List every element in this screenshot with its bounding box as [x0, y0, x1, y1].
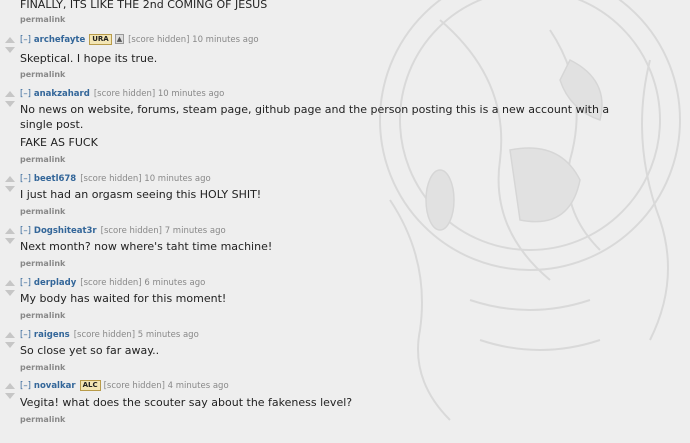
permalink-link[interactable]: permalink — [20, 207, 65, 217]
downvote-arrow-icon[interactable] — [5, 186, 15, 192]
collapse-toggle[interactable]: [–] — [20, 35, 31, 45]
author-link[interactable]: Dogshiteat3r — [34, 226, 97, 236]
comment-tagline: [–] archefayte URA ▲ [score hidden] 10 minut… — [20, 34, 259, 46]
comment-body: Skeptical. I hope its true. — [20, 52, 158, 65]
vote-arrows — [4, 332, 16, 348]
vote-arrows — [4, 176, 16, 192]
background-artwork — [379, 0, 681, 421]
comment-tagline: [–] raigens [score hidden] 5 minutes ago — [20, 329, 199, 341]
timestamp: 6 minutes ago — [144, 278, 206, 288]
downvote-arrow-icon[interactable] — [5, 342, 15, 348]
permalink-link[interactable]: permalink — [20, 415, 65, 425]
downvote-arrow-icon[interactable] — [5, 393, 15, 399]
downvote-arrow-icon[interactable] — [5, 238, 15, 244]
collapse-toggle[interactable]: [–] — [20, 89, 31, 99]
vote-arrows — [4, 228, 16, 244]
user-flair: URA — [89, 34, 112, 45]
upvote-arrow-icon[interactable] — [5, 332, 15, 338]
score-label: [score hidden] — [73, 330, 136, 340]
comment-body: My body has waited for this moment! — [20, 292, 227, 305]
author-link[interactable]: anakzahard — [34, 89, 90, 99]
comment-tagline: [–] anakzahard [score hidden] 10 minutes a… — [20, 88, 224, 100]
author-link[interactable]: novalkar — [34, 381, 76, 391]
score-label: [score hidden] — [128, 35, 190, 45]
score-label: [score hidden] — [93, 89, 156, 99]
vote-arrows — [4, 91, 16, 107]
flair-icon: ▲ — [114, 34, 125, 44]
timestamp: 4 minutes ago — [167, 381, 229, 391]
score-label: [score hidden] — [103, 381, 165, 391]
permalink-link[interactable]: permalink — [20, 311, 65, 321]
comment-tagline: [–] derplady [score hidden] 6 minutes ago — [20, 277, 205, 289]
comment-body: So close yet so far away.. — [20, 344, 160, 357]
comment-body: No news on website, forums, steam page, … — [20, 103, 610, 131]
author-link[interactable]: beetl678 — [34, 174, 76, 184]
downvote-arrow-icon[interactable] — [5, 101, 15, 107]
comment-body: FINALLY, ITS LIKE THE 2nd COMING OF JESU… — [20, 0, 268, 11]
downvote-arrow-icon[interactable] — [5, 47, 15, 53]
comment-body: I just had an orgasm seeing this HOLY SH… — [20, 188, 262, 201]
timestamp: 10 minutes ago — [144, 174, 211, 184]
author-link[interactable]: derplady — [34, 278, 76, 288]
collapse-toggle[interactable]: [–] — [20, 330, 31, 340]
timestamp: 10 minutes ago — [157, 89, 225, 99]
vote-arrows — [4, 383, 16, 399]
comment-tagline: [–] Dogshiteat3r [score hidden] 7 minutes … — [20, 225, 226, 237]
comment-body-paragraph: FAKE AS FUCK — [20, 136, 98, 149]
permalink-link[interactable]: permalink — [20, 15, 65, 25]
downvote-arrow-icon[interactable] — [5, 290, 15, 296]
collapse-toggle[interactable]: [–] — [20, 226, 31, 236]
permalink-link[interactable]: permalink — [20, 70, 65, 80]
permalink-link[interactable]: permalink — [20, 259, 65, 269]
permalink-link[interactable]: permalink — [20, 363, 65, 373]
timestamp: 10 minutes ago — [192, 35, 259, 45]
comment-body: Vegita! what does the scouter say about … — [20, 396, 353, 409]
upvote-arrow-icon[interactable] — [5, 383, 15, 389]
author-link[interactable]: raigens — [34, 330, 70, 340]
score-label: [score hidden] — [80, 278, 142, 288]
comment-tagline: [–] novalkar ALC [score hidden] 4 minutes a… — [20, 380, 229, 392]
collapse-toggle[interactable]: [–] — [20, 174, 31, 184]
upvote-arrow-icon[interactable] — [5, 228, 15, 234]
comment-tagline: [–] beetl678 [score hidden] 10 minutes ago — [20, 173, 211, 185]
upvote-arrow-icon[interactable] — [5, 91, 15, 97]
upvote-arrow-icon[interactable] — [5, 176, 15, 182]
timestamp: 7 minutes ago — [164, 226, 226, 236]
score-label: [score hidden] — [100, 226, 162, 236]
timestamp: 5 minutes ago — [137, 330, 199, 340]
vote-arrows — [4, 37, 16, 53]
upvote-arrow-icon[interactable] — [5, 37, 15, 43]
score-label: [score hidden] — [80, 174, 142, 184]
vote-arrows — [4, 280, 16, 296]
collapse-toggle[interactable]: [–] — [20, 381, 31, 391]
collapse-toggle[interactable]: [–] — [20, 278, 31, 288]
user-flair: ALC — [79, 380, 101, 391]
author-link[interactable]: archefayte — [34, 35, 85, 45]
comment-body: Next month? now where's taht time machin… — [20, 240, 273, 253]
upvote-arrow-icon[interactable] — [5, 280, 15, 286]
permalink-link[interactable]: permalink — [20, 155, 65, 165]
